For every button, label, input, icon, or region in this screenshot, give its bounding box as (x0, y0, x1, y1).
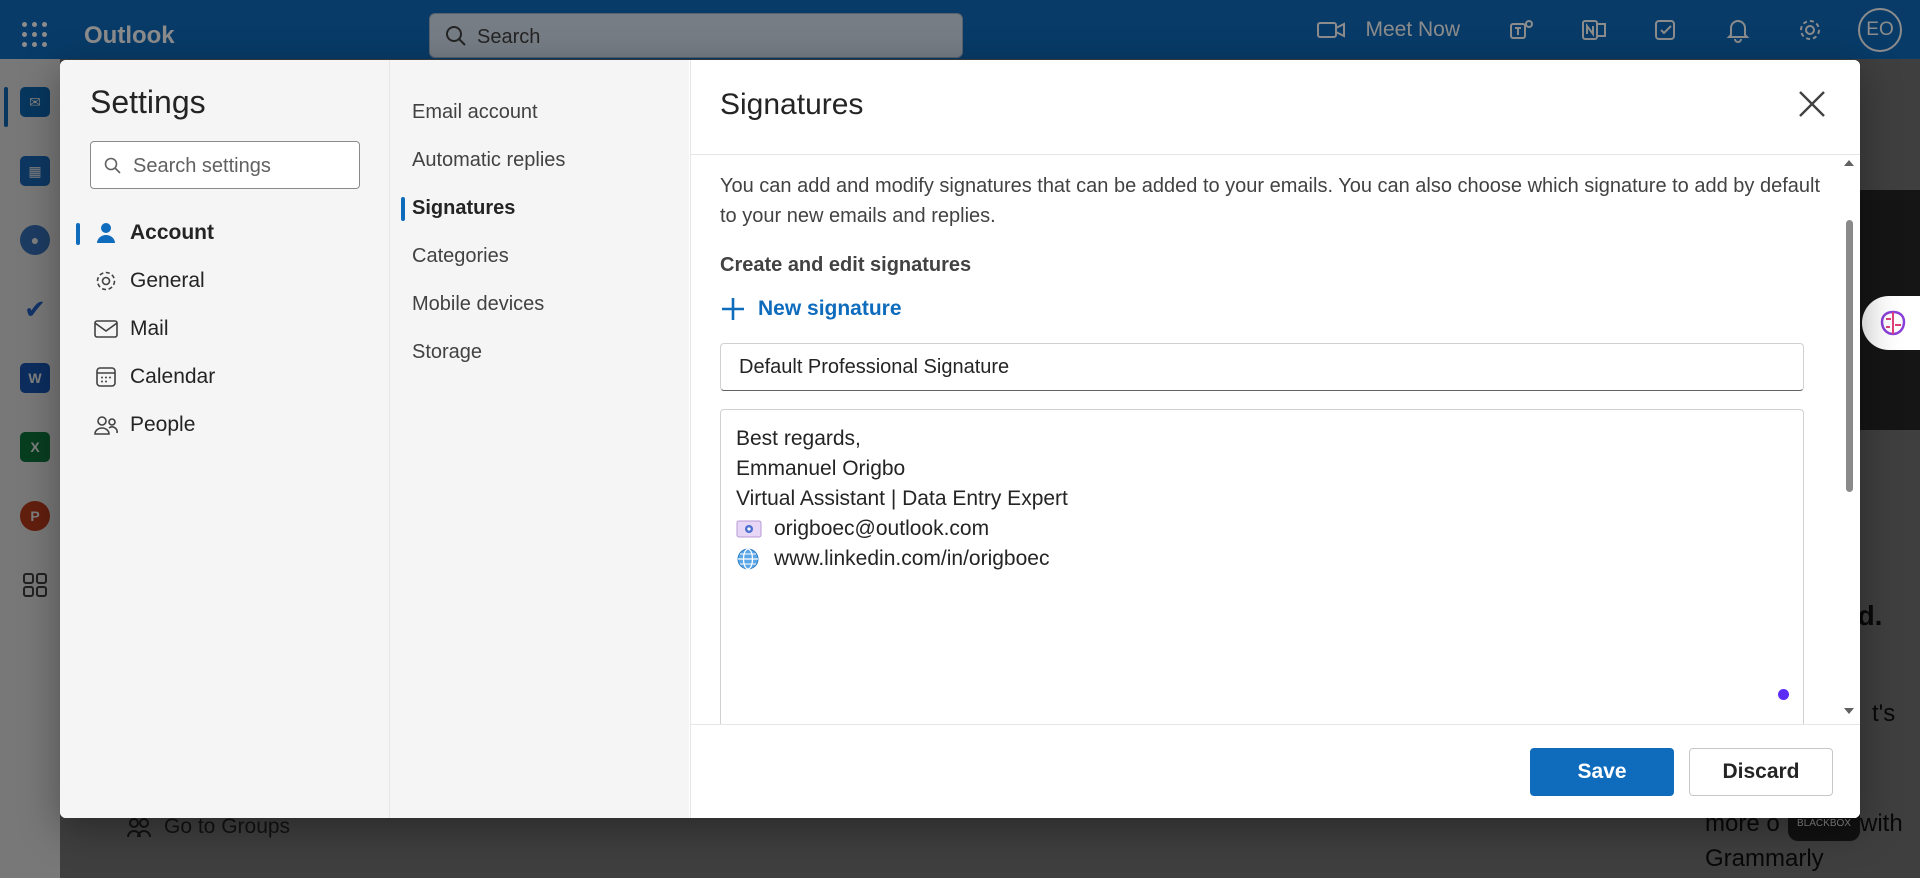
subcategory-email-account[interactable]: Email account (412, 92, 538, 132)
active-indicator (401, 197, 405, 221)
signature-email: origboec@outlook.com (774, 517, 990, 540)
new-signature-button[interactable]: New signature (720, 296, 902, 322)
close-icon (1799, 91, 1825, 117)
people-icon (82, 414, 130, 436)
scroll-down-arrow-icon[interactable] (1844, 708, 1854, 714)
category-label: Calendar (130, 365, 216, 388)
signature-email-line: origboec@outlook.com (736, 514, 1788, 544)
category-label: Mail (130, 317, 169, 340)
scrollbar[interactable] (1841, 158, 1857, 718)
person-icon (82, 221, 130, 245)
subcategory-signatures[interactable]: Signatures (401, 188, 516, 228)
active-indicator (76, 223, 80, 245)
category-people[interactable]: People (76, 405, 376, 445)
page-title: Signatures (720, 88, 864, 121)
signature-line: Virtual Assistant | Data Entry Expert (736, 487, 1068, 510)
section-heading: Create and edit signatures (720, 254, 972, 276)
settings-title: Settings (90, 84, 206, 120)
category-label: Account (130, 221, 214, 244)
signature-name-input[interactable]: Default Professional Signature (720, 343, 1804, 391)
search-settings-placeholder: Search settings (133, 155, 271, 177)
close-button[interactable] (1794, 86, 1830, 122)
save-button[interactable]: Save (1530, 748, 1674, 796)
category-mail[interactable]: Mail (76, 309, 376, 349)
category-label: General (130, 269, 205, 292)
search-icon (104, 157, 121, 174)
signature-editor[interactable]: Best regards, Emmanuel Origbo Virtual As… (720, 409, 1804, 749)
calendar-icon (82, 365, 130, 389)
signature-website: www.linkedin.com/in/origboec (774, 547, 1050, 570)
new-signature-label: New signature (758, 297, 902, 320)
category-calendar[interactable]: Calendar (76, 357, 376, 397)
plus-icon (722, 298, 744, 320)
subcategory-label: Signatures (412, 196, 516, 219)
extension-brain-icon[interactable] (1862, 296, 1920, 350)
scroll-up-arrow-icon[interactable] (1844, 160, 1854, 166)
subcategory-storage[interactable]: Storage (412, 332, 482, 372)
settings-categories-pane: Settings Search settings Account General… (60, 60, 389, 818)
scroll-thumb[interactable] (1846, 220, 1853, 492)
subcategory-mobile-devices[interactable]: Mobile devices (412, 284, 544, 324)
mail-icon (82, 318, 130, 340)
dialog-footer: Save Discard (691, 724, 1860, 818)
search-settings-input[interactable]: Search settings (90, 141, 360, 189)
signature-line: Best regards, (736, 427, 861, 450)
gear-icon (82, 269, 130, 293)
divider (691, 154, 1860, 155)
assistant-dot-icon[interactable] (1778, 689, 1789, 700)
settings-subcategories-pane: Email account Automatic replies Signatur… (389, 60, 689, 818)
signatures-pane: Signatures You can add and modify signat… (690, 60, 1860, 818)
category-label: People (130, 413, 196, 436)
globe-icon (736, 547, 774, 571)
subcategory-automatic-replies[interactable]: Automatic replies (412, 140, 565, 180)
settings-dialog: Settings Search settings Account General… (60, 60, 1860, 818)
discard-button[interactable]: Discard (1689, 748, 1833, 796)
subcategory-categories[interactable]: Categories (412, 236, 509, 276)
category-general[interactable]: General (76, 261, 376, 301)
category-account[interactable]: Account (76, 213, 376, 253)
top-bar: Outlook Search Meet Now EO (0, 0, 1920, 59)
email-emoji-icon (736, 520, 774, 538)
signature-website-line: www.linkedin.com/in/origboec (736, 544, 1788, 574)
topbar-overlay (0, 0, 1920, 59)
signature-line: Emmanuel Origbo (736, 457, 906, 480)
signatures-description: You can add and modify signatures that c… (720, 175, 1821, 227)
